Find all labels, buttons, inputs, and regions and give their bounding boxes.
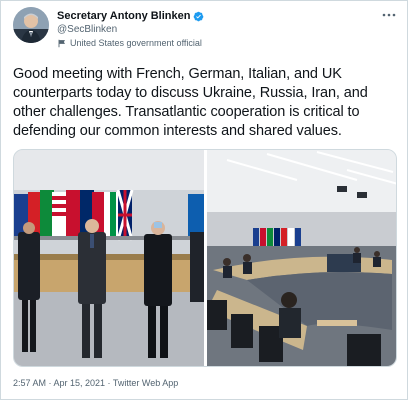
verified-badge-icon (194, 11, 204, 21)
government-label-text: United States government official (70, 38, 202, 48)
portrait-avatar (13, 7, 49, 43)
flag-icon (58, 39, 65, 47)
avatar[interactable] (13, 7, 49, 43)
tweet-header: Secretary Antony Blinken @SecBlinken Uni… (13, 7, 397, 49)
tweet-card: Secretary Antony Blinken @SecBlinken Uni… (0, 0, 408, 400)
author-info: Secretary Antony Blinken @SecBlinken Uni… (57, 9, 357, 49)
author-handle[interactable]: @SecBlinken (57, 24, 357, 36)
name-row: Secretary Antony Blinken (57, 9, 357, 23)
media-photo-1[interactable] (14, 150, 204, 367)
author-name[interactable]: Secretary Antony Blinken (57, 10, 190, 22)
media-grid (13, 149, 397, 367)
media-photo-2[interactable] (207, 150, 397, 367)
more-options-icon[interactable] (381, 9, 397, 21)
government-label: United States government official (57, 37, 357, 49)
tweet-timestamp[interactable]: 2:57 AM · Apr 15, 2021 · Twitter Web App (13, 378, 178, 388)
tweet-text: Good meeting with French, German, Italia… (13, 66, 368, 139)
